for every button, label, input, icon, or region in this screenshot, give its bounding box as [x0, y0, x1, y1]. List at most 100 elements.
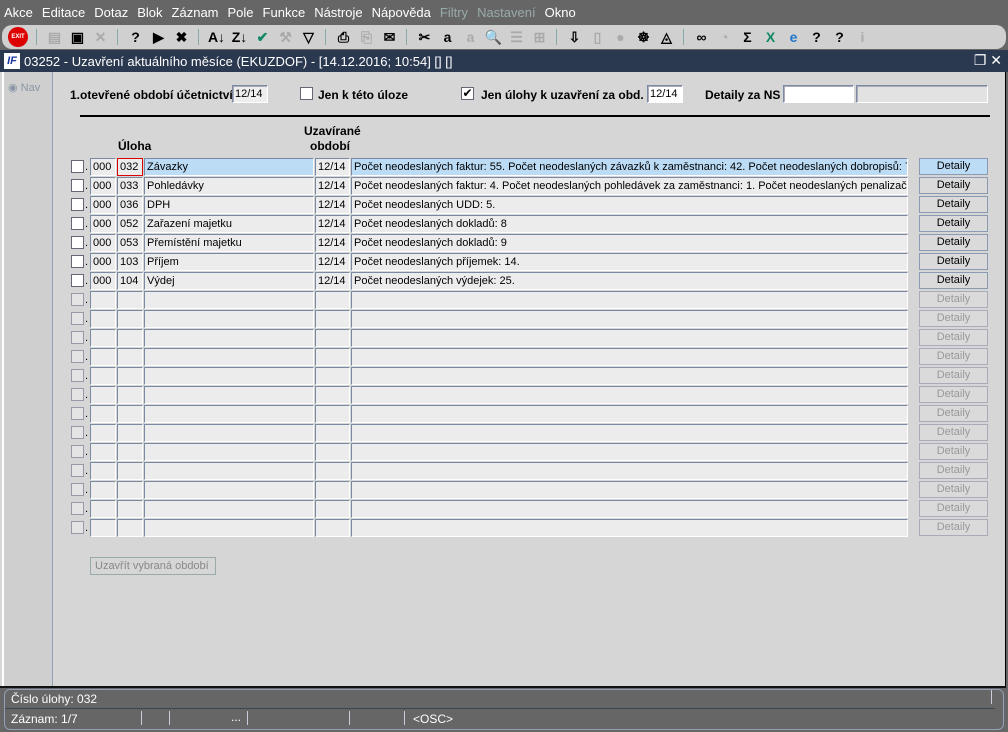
org-cell[interactable]: 000 — [90, 158, 116, 176]
row-select-checkbox[interactable] — [71, 236, 84, 249]
save-record-icon[interactable]: ▣ — [66, 27, 89, 47]
task-code-cell[interactable] — [117, 481, 143, 499]
task-code-cell[interactable]: 032 — [117, 158, 143, 176]
row-select-checkbox[interactable] — [71, 312, 84, 325]
org-cell[interactable]: 000 — [90, 177, 116, 195]
details-button[interactable]: Detaily — [919, 424, 988, 441]
period-cell[interactable]: 12/14 — [315, 158, 350, 176]
document-icon[interactable]: ▯ — [586, 27, 609, 47]
row-select-checkbox[interactable] — [71, 445, 84, 458]
period-cell[interactable]: 12/14 — [315, 215, 350, 233]
period-cell[interactable] — [315, 310, 350, 328]
task-code-cell[interactable] — [117, 329, 143, 347]
task-name-cell[interactable] — [144, 519, 314, 537]
eye-icon[interactable]: ◬ — [655, 27, 678, 47]
org-cell[interactable]: 000 — [90, 234, 116, 252]
task-code-cell[interactable] — [117, 310, 143, 328]
details-button[interactable]: Detaily — [919, 234, 988, 251]
task-name-cell[interactable] — [144, 367, 314, 385]
task-name-cell[interactable]: Závazky — [144, 158, 314, 176]
task-code-cell[interactable] — [117, 367, 143, 385]
excel-icon[interactable]: X — [759, 27, 782, 47]
row-select-checkbox[interactable] — [71, 407, 84, 420]
details-button[interactable]: Detaily — [919, 310, 988, 327]
details-button[interactable]: Detaily — [919, 481, 988, 498]
details-button[interactable]: Detaily — [919, 348, 988, 365]
details-button[interactable]: Detaily — [919, 329, 988, 346]
close-icon[interactable]: ✕ — [990, 52, 1002, 68]
mail-icon[interactable]: ✉ — [378, 27, 401, 47]
org-cell[interactable] — [90, 386, 116, 404]
menu-dotaz[interactable]: Dotaz — [94, 5, 128, 20]
task-code-cell[interactable] — [117, 405, 143, 423]
sort-desc-icon[interactable]: Z↓ — [228, 27, 251, 47]
period-cell[interactable] — [315, 405, 350, 423]
org-cell[interactable] — [90, 424, 116, 442]
only-closing-checkbox[interactable]: ✔ — [461, 87, 474, 100]
org-cell[interactable]: 000 — [90, 253, 116, 271]
row-select-checkbox[interactable] — [71, 293, 84, 306]
calendar-icon[interactable]: ◔ — [713, 27, 736, 47]
details-ns-code-field[interactable] — [783, 85, 854, 103]
details-button[interactable]: Detaily — [919, 386, 988, 403]
restore-icon[interactable]: ❐ — [974, 52, 987, 68]
print-icon[interactable]: ⎙ — [332, 27, 355, 47]
period-cell[interactable]: 12/14 — [315, 196, 350, 214]
row-select-checkbox[interactable] — [71, 198, 84, 211]
description-cell[interactable] — [351, 443, 908, 461]
period-cell[interactable] — [315, 500, 350, 518]
open-period-field[interactable]: 12/14 — [232, 85, 268, 103]
period-cell[interactable] — [315, 329, 350, 347]
import-icon[interactable]: ⇩ — [563, 27, 586, 47]
period-cell[interactable] — [315, 367, 350, 385]
print-setup-icon[interactable]: ⎘ — [355, 27, 378, 47]
only-closing-period-field[interactable]: 12/14 — [647, 85, 683, 103]
org-cell[interactable] — [90, 500, 116, 518]
query-execute-icon[interactable]: ▶ — [147, 27, 170, 47]
task-name-cell[interactable]: Zařazení majetku — [144, 215, 314, 233]
org-cell[interactable] — [90, 329, 116, 347]
glasses-icon[interactable]: ∞ — [690, 27, 713, 47]
org-cell[interactable] — [90, 405, 116, 423]
menu-okno[interactable]: Okno — [545, 5, 576, 20]
menu-nástroje[interactable]: Nástroje — [314, 5, 362, 20]
task-code-cell[interactable]: 036 — [117, 196, 143, 214]
description-cell[interactable] — [351, 348, 908, 366]
task-code-cell[interactable]: 033 — [117, 177, 143, 195]
period-cell[interactable] — [315, 291, 350, 309]
insert-record-icon[interactable]: ▤ — [43, 27, 66, 47]
description-cell[interactable] — [351, 310, 908, 328]
org-cell[interactable] — [90, 443, 116, 461]
row-select-checkbox[interactable] — [71, 217, 84, 230]
help-icon[interactable]: ? — [805, 27, 828, 47]
org-cell[interactable] — [90, 291, 116, 309]
task-name-cell[interactable] — [144, 462, 314, 480]
details-button[interactable]: Detaily — [919, 462, 988, 479]
row-select-checkbox[interactable] — [71, 255, 84, 268]
details-button[interactable]: Detaily — [919, 158, 988, 175]
description-cell[interactable]: Počet neodeslaných faktur: 4. Počet neod… — [351, 177, 908, 195]
description-cell[interactable] — [351, 386, 908, 404]
task-code-cell[interactable] — [117, 386, 143, 404]
task-name-cell[interactable] — [144, 500, 314, 518]
tree-icon[interactable]: ⊞ — [528, 27, 551, 47]
menu-editace[interactable]: Editace — [42, 5, 85, 20]
task-name-cell[interactable]: Výdej — [144, 272, 314, 290]
details-button[interactable]: Detaily — [919, 253, 988, 270]
description-cell[interactable]: Počet neodeslaných příjemek: 14. — [351, 253, 908, 271]
org-cell[interactable]: 000 — [90, 196, 116, 214]
search-icon[interactable]: 🔍 — [482, 27, 505, 47]
row-select-checkbox[interactable] — [71, 350, 84, 363]
task-name-cell[interactable]: Přemístění majetku — [144, 234, 314, 252]
task-code-cell[interactable]: 053 — [117, 234, 143, 252]
task-code-cell[interactable] — [117, 424, 143, 442]
row-select-checkbox[interactable] — [71, 274, 84, 287]
details-button[interactable]: Detaily — [919, 500, 988, 517]
description-cell[interactable] — [351, 424, 908, 442]
period-cell[interactable] — [315, 462, 350, 480]
details-button[interactable]: Detaily — [919, 519, 988, 536]
task-code-cell[interactable] — [117, 348, 143, 366]
org-cell[interactable] — [90, 367, 116, 385]
wrench-icon[interactable]: ⚒ — [274, 27, 297, 47]
menu-pole[interactable]: Pole — [228, 5, 254, 20]
